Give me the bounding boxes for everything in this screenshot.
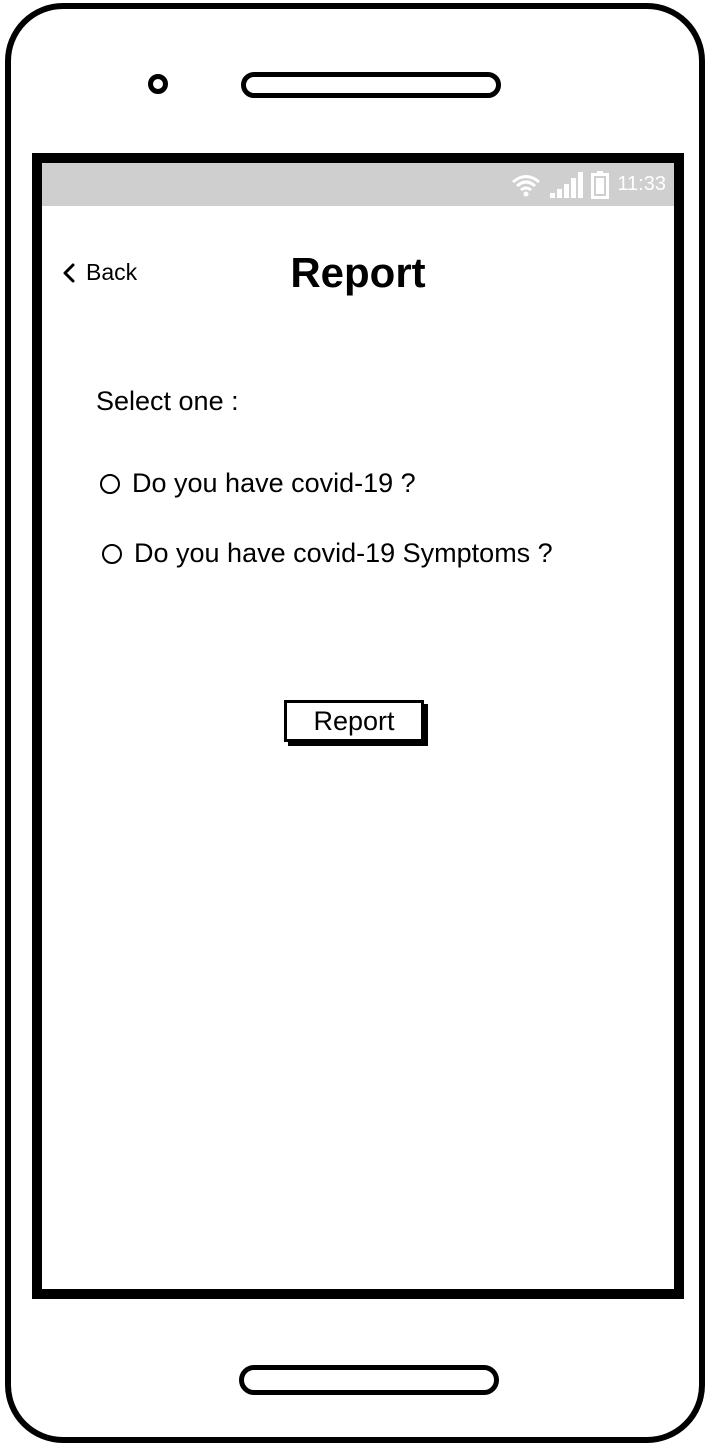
signal-icon — [550, 171, 584, 198]
option-have-covid[interactable]: Do you have covid-19 ? — [100, 468, 416, 499]
top-speaker — [241, 72, 501, 98]
radio-button[interactable] — [100, 473, 120, 494]
page-title: Report — [290, 249, 426, 296]
status-time: 11:33 — [617, 173, 666, 195]
radio-button[interactable] — [102, 543, 122, 564]
camera-icon — [148, 74, 168, 94]
status-bar: 11:33 — [42, 163, 674, 206]
bottom-speaker — [239, 1365, 499, 1395]
phone-screen: 11:33 Back Report Select one : Do you ha… — [32, 153, 684, 1299]
option-have-symptoms[interactable]: Do you have covid-19 Symptoms ? — [102, 538, 553, 569]
status-icons: 11:33 — [511, 170, 666, 199]
wifi-icon — [512, 174, 541, 196]
option-label: Do you have covid-19 ? — [132, 468, 416, 498]
battery-icon — [591, 170, 610, 199]
select-prompt: Select one : — [96, 386, 239, 416]
report-button[interactable]: Report — [284, 700, 424, 742]
option-label: Do you have covid-19 Symptoms ? — [134, 538, 553, 568]
